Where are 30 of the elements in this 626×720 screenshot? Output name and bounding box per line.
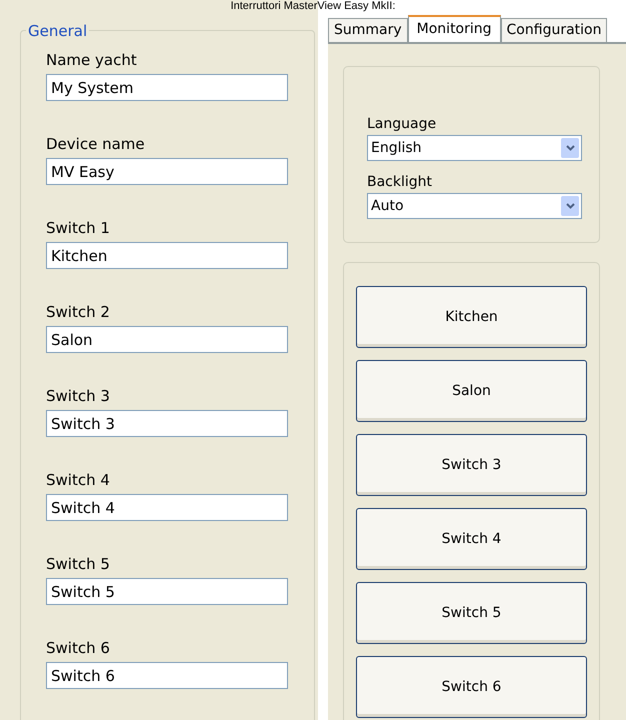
field-label: Name yacht	[46, 51, 138, 69]
tab[interactable]: Configuration	[500, 18, 608, 42]
tab[interactable]: Monitoring	[408, 15, 501, 42]
text-field[interactable]: MV Easy	[46, 158, 288, 185]
text-field[interactable]: Switch 4	[46, 494, 288, 521]
switch-button[interactable]: Switch 5	[356, 582, 587, 644]
field-label: Switch 2	[46, 303, 111, 321]
dropdown-label: Backlight	[367, 173, 434, 191]
text-field[interactable]: Switch 5	[46, 578, 288, 605]
text-field[interactable]: Kitchen	[46, 242, 288, 269]
field-label: Device name	[46, 135, 146, 153]
switch-button[interactable]: Salon	[356, 360, 587, 422]
dropdown[interactable]: Auto	[367, 193, 582, 219]
tab[interactable]: Summary	[328, 18, 408, 42]
switch-button[interactable]: Kitchen	[356, 286, 587, 348]
switch-button[interactable]: Switch 6	[356, 656, 587, 718]
switch-button[interactable]: Switch 4	[356, 508, 587, 570]
text-field[interactable]: Salon	[46, 326, 288, 353]
field-label: Switch 4	[46, 471, 111, 489]
caption-text: Interruttori MasterView Easy MkII:	[230, 0, 396, 13]
text-field[interactable]: My System	[46, 74, 288, 101]
text-field[interactable]: Switch 3	[46, 410, 288, 437]
field-label: Switch 6	[46, 639, 111, 657]
field-label: Switch 5	[46, 555, 111, 573]
dropdown[interactable]: English	[367, 135, 582, 161]
text-field[interactable]: Switch 6	[46, 662, 288, 689]
switch-button[interactable]: Switch 3	[356, 434, 587, 496]
field-label: Switch 1	[46, 219, 111, 237]
dropdown-label: Language	[367, 115, 438, 133]
field-label: Switch 3	[46, 387, 111, 405]
